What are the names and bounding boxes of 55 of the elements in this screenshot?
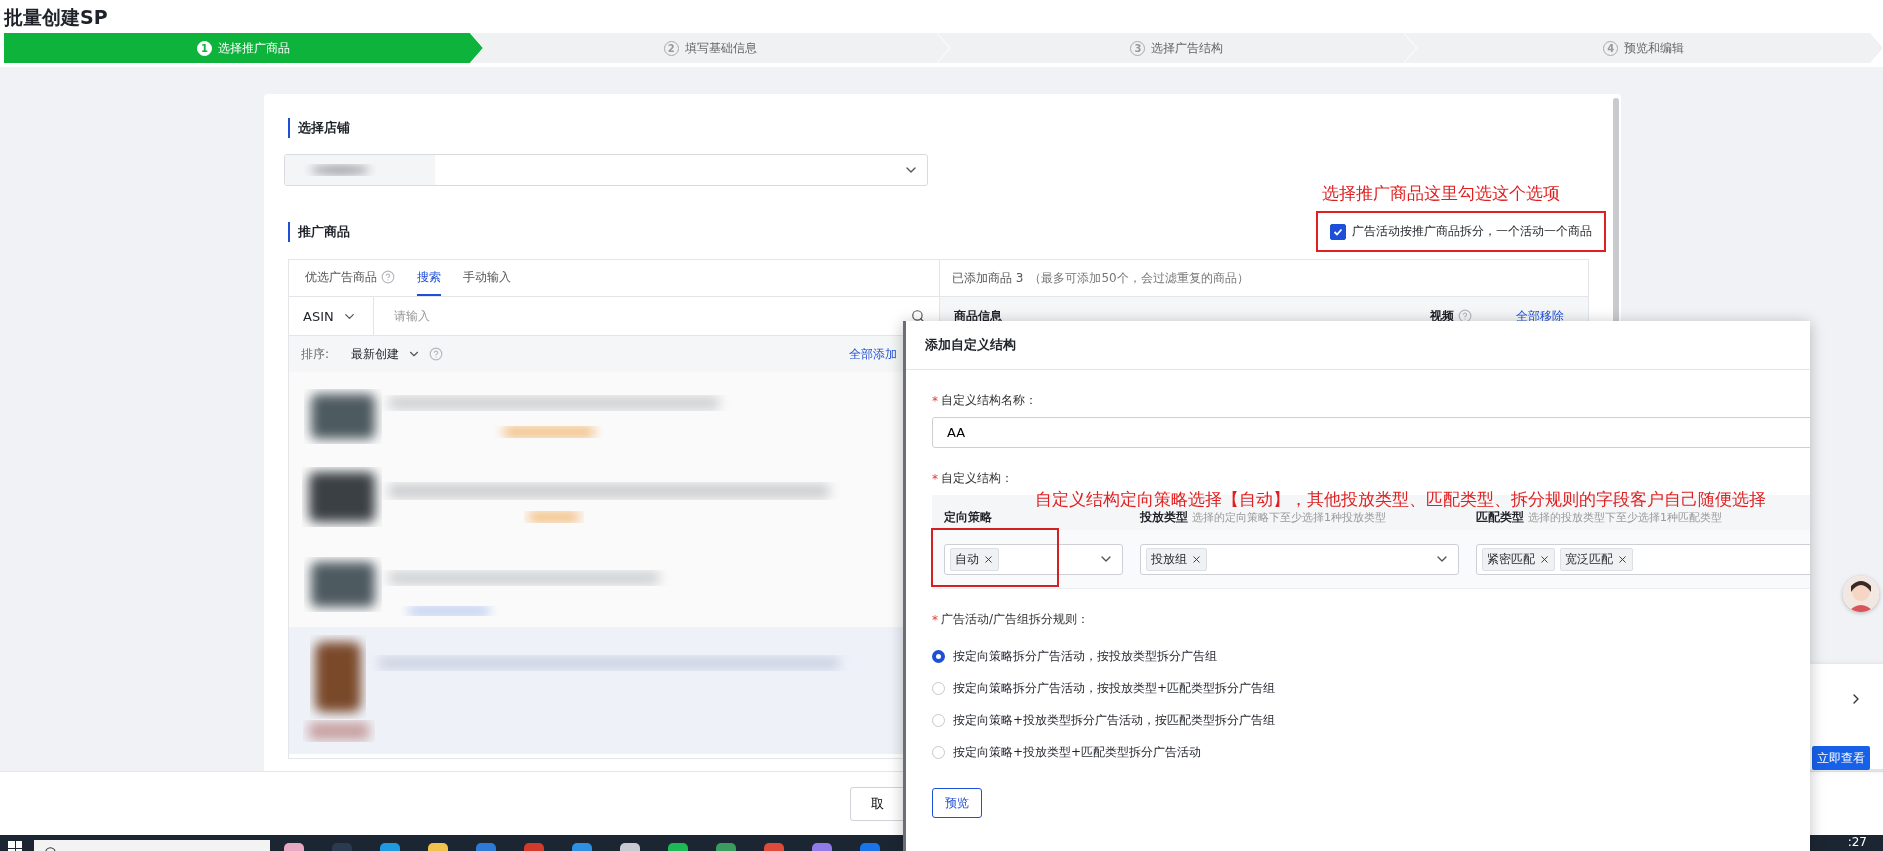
step[interactable]: 3 选择广告结构 [937,33,1417,63]
sort-label: 排序: [301,345,330,363]
added-count: 已添加商品 3 [952,269,1024,287]
checkbox[interactable] [1330,223,1346,240]
radio-option[interactable]: 按定向策略+投放类型拆分广告活动，按匹配类型拆分广告组 [932,704,1276,736]
clock: :27 [1847,835,1867,849]
radio-option[interactable]: 按定向策略+投放类型+匹配类型拆分广告活动 [932,736,1202,768]
search-icon[interactable] [911,309,925,323]
field-label: 自定义结构名称： [941,392,1037,409]
field-label: 自定义结构： [941,470,1013,487]
annotation-text: 选择推广商品这里勾选这个选项 [1322,182,1560,203]
section-heading: 选择店铺 [288,118,350,138]
sort-value[interactable]: 最新创建 [351,345,400,363]
step[interactable]: 2 填写基础信息 [470,33,950,63]
column-hint: 选择的定向策略下至少选择1种投放类型 [1192,510,1386,525]
annotation-text: 自定义结构定向策略选择【自动】，其他投放类型、匹配类型、拆分规则的字段客户自己随便选择 [1035,489,1766,510]
check-icon [1333,226,1343,237]
column-header: 投放类型 [1140,509,1188,526]
column-header: 匹配类型 [1476,509,1524,526]
page-title: 批量创建SP [4,5,108,30]
required-mark: * [932,393,938,408]
radio-option[interactable]: 按定向策略拆分广告活动，按投放类型拆分广告组 [932,640,1217,672]
view-now-button[interactable]: 立即查看 [1812,746,1870,770]
tag: 投放组 [1146,547,1207,571]
radio-option[interactable]: 按定向策略拆分广告活动，按投放类型+匹配类型拆分广告组 [932,672,1276,704]
tab[interactable]: 优选广告商品 [305,260,395,296]
preview-button[interactable]: 预览 [932,788,982,818]
close-icon[interactable] [1191,553,1202,565]
multi-select[interactable]: 紧密匹配 宽泛匹配 [1476,543,1810,575]
multi-select[interactable]: 自动 [944,543,1123,575]
tab[interactable]: 搜索 [417,260,441,296]
multi-select[interactable]: 投放组 [1140,543,1459,575]
close-icon[interactable] [983,553,994,565]
avatar-icon[interactable] [1843,576,1879,612]
tag: 自动 [950,547,999,571]
step[interactable]: 4 预览和编辑 [1404,33,1883,63]
modal-title: 添加自定义结构 [925,336,1016,354]
remove-all-link[interactable]: 全部移除 [1516,307,1564,325]
required-mark: * [932,471,938,486]
add-all-link[interactable]: 全部添加 [849,345,897,363]
column-header: 定向策略 [944,509,992,526]
tag: 紧密匹配 [1482,547,1555,571]
field-label: 广告活动/广告组拆分规则： [941,611,1090,628]
name-input-field[interactable]: AA [932,417,1810,448]
tag: 宽泛匹配 [1560,547,1633,571]
close-icon[interactable] [1539,553,1550,565]
section-heading: 推广商品 [288,221,350,242]
tab[interactable]: 手动输入 [463,260,511,296]
radio-button[interactable] [932,649,945,663]
column-hint: 选择的投放类型下至少选择1种匹配类型 [1528,510,1722,525]
added-note: （最多可添加50个，会过滤重复的商品） [1029,269,1249,287]
required-mark: * [932,612,938,627]
windows-icon[interactable] [8,841,22,851]
close-icon[interactable] [1617,553,1628,565]
checkbox-label: 广告活动按推广商品拆分，一个活动一个商品 [1352,223,1592,240]
